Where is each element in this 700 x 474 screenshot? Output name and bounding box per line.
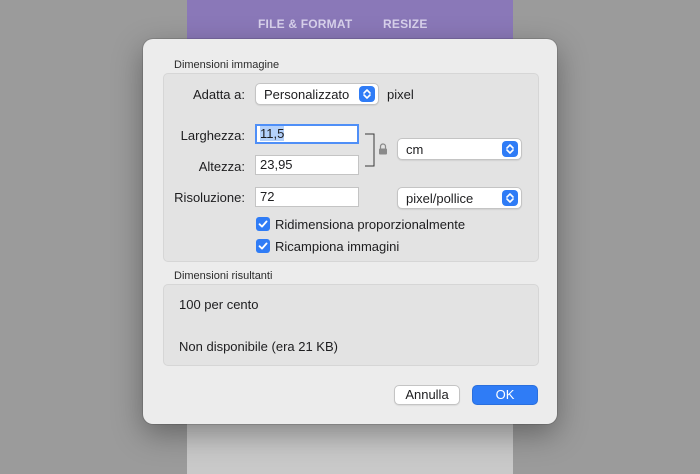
height-label: Altezza: [198, 159, 245, 174]
height-field[interactable]: 23,95 [255, 155, 359, 175]
ok-button[interactable]: OK [472, 385, 538, 405]
checkmark-icon [258, 242, 268, 250]
resample-checkbox[interactable] [256, 239, 270, 253]
resolution-unit-value: pixel/pollice [406, 191, 474, 206]
resolution-label: Risoluzione: [174, 190, 245, 205]
size-unit-value: cm [406, 142, 424, 157]
height-field-value: 23,95 [260, 157, 293, 172]
resulting-dimensions-title: Dimensioni risultanti [174, 270, 273, 282]
resolution-field[interactable]: 72 [255, 187, 359, 207]
scale-proportionally-checkbox[interactable] [256, 217, 270, 231]
resulting-size: Non disponibile (era 21 KB) [179, 339, 338, 354]
cancel-button[interactable]: Annulla [394, 385, 460, 405]
image-dimensions-title: Dimensioni immagine [174, 59, 280, 71]
resolution-field-value: 72 [260, 189, 275, 204]
checkmark-icon [258, 220, 268, 228]
updown-arrows-icon [502, 141, 518, 157]
size-unit-popup[interactable]: cm [397, 138, 522, 160]
scale-proportionally-label[interactable]: Ridimensiona proporzionalmente [275, 217, 465, 232]
width-field[interactable]: 11,5 [255, 124, 359, 144]
fit-unit-label: pixel [387, 87, 414, 102]
lock-icon[interactable] [378, 143, 388, 155]
updown-arrows-icon [502, 190, 518, 206]
resolution-unit-popup[interactable]: pixel/pollice [397, 187, 522, 209]
fit-label: Adatta a: [192, 87, 245, 102]
width-field-value: 11,5 [260, 126, 285, 141]
fit-popup[interactable]: Personalizzato [255, 83, 379, 105]
resulting-percent: 100 per cento [179, 297, 259, 312]
fit-popup-value: Personalizzato [264, 87, 350, 102]
width-label: Larghezza: [180, 128, 245, 143]
tab-file-format[interactable]: FILE & FORMAT [258, 17, 352, 31]
updown-arrows-icon [359, 86, 375, 102]
resample-label[interactable]: Ricampiona immagini [275, 239, 399, 254]
tab-resize[interactable]: RESIZE [383, 17, 428, 31]
image-size-dialog: Dimensioni immagine Adatta a: Personaliz… [143, 39, 557, 424]
